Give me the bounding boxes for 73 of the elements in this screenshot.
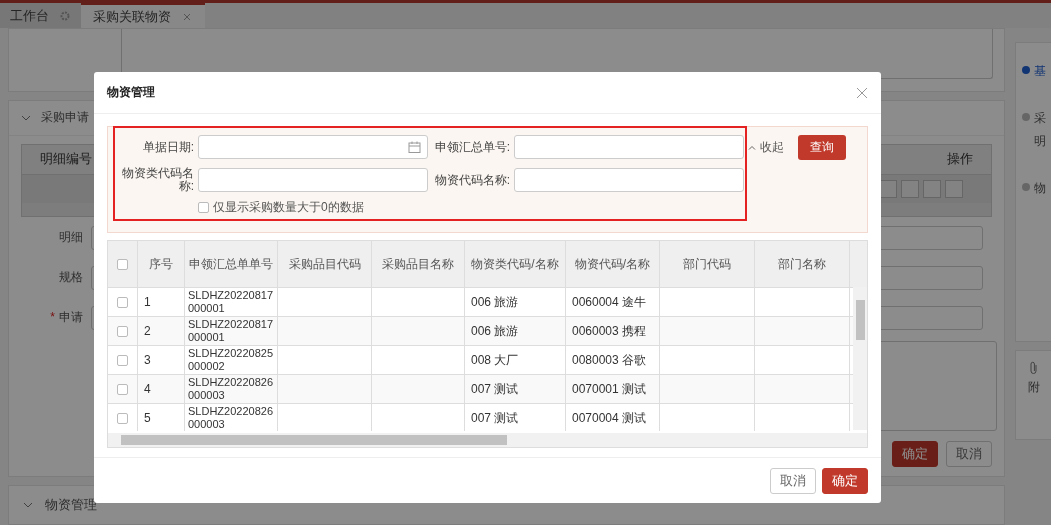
table-cell: 0070001 测试 — [572, 380, 647, 398]
table-cell: 007 测试 — [471, 380, 519, 398]
checkbox[interactable] — [117, 412, 128, 424]
column-header: 采购品目名称 — [372, 241, 465, 287]
chevron-icon[interactable] — [21, 113, 31, 122]
table-cell: 008 大厂 — [471, 351, 519, 369]
table-cell: SLDHZ20220825000002 — [188, 347, 274, 373]
table-cell: SLDHZ20220817000001 — [188, 318, 274, 344]
table-cell: SLDHZ20220817000001 — [188, 289, 274, 315]
column-header: 部门代码 — [660, 241, 755, 287]
calendar-icon — [408, 141, 421, 153]
section-title: 采购申请 — [41, 109, 89, 127]
cancel-button[interactable]: 取消 — [946, 440, 992, 467]
column-header: 申领汇总单单号 — [185, 241, 278, 287]
checkbox[interactable] — [117, 325, 128, 337]
confirm-button[interactable]: 确定 — [822, 467, 868, 494]
column-header: 操作 — [946, 150, 974, 169]
tab[interactable]: 采购关联物资 — [81, 3, 205, 28]
checkbox[interactable] — [198, 202, 209, 213]
nav-link[interactable]: 采 — [1034, 111, 1046, 125]
filter-label: 单据日期: — [141, 140, 194, 154]
table-cell: 0080003 谷歌 — [572, 351, 647, 369]
checkbox[interactable] — [117, 354, 128, 366]
field-label: * 申请 — [49, 309, 84, 327]
field-label: 明细 — [58, 229, 84, 247]
table-cell: 0060004 途牛 — [572, 293, 647, 311]
table-cell: 006 旅游 — [471, 322, 519, 340]
date-field[interactable] — [198, 135, 428, 159]
table-cell: 4 — [144, 382, 151, 396]
input-field[interactable] — [514, 135, 744, 159]
table-cell: 3 — [144, 353, 151, 367]
table-cell: 0060003 携程 — [572, 322, 647, 340]
paperclip-icon[interactable] — [1027, 361, 1040, 375]
scrollbar[interactable] — [108, 433, 867, 447]
chevron-icon[interactable] — [23, 500, 33, 509]
filter-label: 申领汇总单号: — [433, 140, 510, 154]
table-cell: 006 旅游 — [471, 293, 519, 311]
column-header: 物资代码/名称 — [566, 241, 660, 287]
table-cell: SLDHZ20220826000003 — [188, 405, 274, 431]
dialog-title: 物资管理 — [107, 84, 155, 101]
caret-icon — [748, 145, 756, 150]
cancel-button[interactable]: 取消 — [770, 467, 816, 494]
table-cell: 5 — [144, 411, 151, 425]
column-header: 采购品目代码 — [278, 241, 372, 287]
checkbox[interactable] — [117, 383, 128, 395]
nav-link[interactable]: 明 — [1034, 133, 1046, 150]
column-header: 序号 — [138, 241, 185, 287]
input-field[interactable] — [198, 168, 428, 192]
input-field[interactable] — [514, 168, 744, 192]
table-cell: SLDHZ20220826000003 — [188, 376, 274, 402]
checkbox[interactable] — [117, 296, 128, 308]
column-header: 物资类代码/名称 — [465, 241, 566, 287]
table-cell: 2 — [144, 324, 151, 338]
field-label: 规格 — [58, 269, 84, 287]
checkbox[interactable] — [117, 258, 128, 270]
scrollbar[interactable] — [853, 287, 867, 430]
query-button[interactable]: 查询 — [798, 135, 846, 160]
table-cell: 1 — [144, 295, 151, 309]
nav-link[interactable]: 基 — [1034, 64, 1046, 78]
table-cell: 0070004 测试 — [572, 409, 647, 427]
collapse-link[interactable]: 收起 — [748, 135, 784, 160]
filter-label: 物资类代码名称: — [121, 167, 194, 193]
close-icon[interactable] — [855, 85, 869, 100]
checkbox-label: 仅显示采购数量大于0的数据 — [213, 199, 364, 216]
attachment-label[interactable]: 附 — [1027, 379, 1040, 396]
table-cell: 007 测试 — [471, 409, 519, 427]
column-header: 明细编号 — [39, 150, 93, 169]
gear-icon — [59, 9, 71, 22]
nav-link[interactable]: 物 — [1034, 181, 1046, 195]
tab[interactable]: 工作台 — [0, 3, 81, 28]
confirm-button[interactable]: 确定 — [892, 440, 938, 467]
column-header: 部门名称 — [755, 241, 850, 287]
filter-label: 物资代码名称: — [433, 173, 510, 187]
